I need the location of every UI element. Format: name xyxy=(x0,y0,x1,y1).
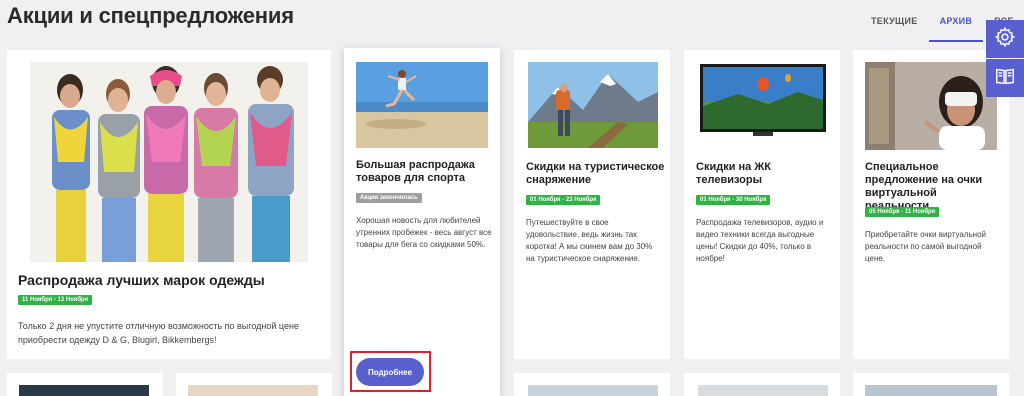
promo-card-sport[interactable]: Большая распродажа товаров для спорта Ак… xyxy=(344,48,500,396)
card-image-partial xyxy=(865,385,997,396)
card-description: Распродажа телевизоров, аудио и видео те… xyxy=(696,218,824,263)
promo-card-partial[interactable] xyxy=(684,373,840,396)
card-image-partial xyxy=(188,385,318,396)
date-badge: 05 Ноября - 11 Ноября xyxy=(865,207,940,217)
card-description: Только 2 дня не упустите отличную возмож… xyxy=(18,321,299,345)
date-badge: 01 Ноября - 23 Ноября xyxy=(526,195,601,205)
promo-card-partial[interactable] xyxy=(853,373,1009,396)
card-title[interactable]: Скидки на ЖК телевизоры xyxy=(696,161,806,187)
promo-card-partial[interactable] xyxy=(7,373,163,396)
tab-archive[interactable]: АРХИВ xyxy=(928,14,984,42)
card-title[interactable]: Распродажа лучших марок одежды xyxy=(18,272,318,289)
runner-image xyxy=(356,62,488,148)
hiker-image xyxy=(528,62,658,148)
promo-card-clothing[interactable]: Распродажа лучших марок одежды 11 Ноября… xyxy=(7,50,331,359)
card-title[interactable]: Специальное предложение на очки виртуаль… xyxy=(865,161,1000,213)
date-badge: 11 Ноября - 13 Ноября xyxy=(18,295,93,305)
tv-image xyxy=(698,64,828,140)
card-description: Хорошая новость для любителей утренних п… xyxy=(356,216,492,249)
book-icon xyxy=(994,65,1016,92)
card-image-partial xyxy=(19,385,149,396)
gear-icon xyxy=(994,26,1016,53)
card-description: Путешествуйте в свое удовольствие, ведь … xyxy=(526,218,653,263)
promo-card-tourism[interactable]: Скидки на туристическое снаряжение 01 Но… xyxy=(514,50,670,359)
more-button[interactable]: Подробнее xyxy=(356,358,424,386)
card-description: Приобретайте очки виртуальной реальности… xyxy=(865,230,986,263)
settings-button[interactable] xyxy=(986,20,1024,58)
card-title[interactable]: Скидки на туристическое снаряжение xyxy=(526,161,666,187)
card-image-partial xyxy=(528,385,658,396)
card-image-partial xyxy=(698,385,828,396)
tab-current[interactable]: ТЕКУЩИЕ xyxy=(860,14,929,42)
date-badge: 01 Ноября - 30 Ноября xyxy=(696,195,771,205)
clothing-image xyxy=(30,62,308,262)
card-title[interactable]: Большая распродажа товаров для спорта xyxy=(356,159,491,185)
vr-image xyxy=(865,62,997,150)
status-badge: Акция закончилась xyxy=(356,193,422,203)
promo-card-partial[interactable] xyxy=(514,373,670,396)
promo-card-tv[interactable]: Скидки на ЖК телевизоры 01 Ноября - 30 Н… xyxy=(684,50,840,359)
catalog-button[interactable] xyxy=(986,59,1024,97)
promo-card-partial[interactable] xyxy=(176,373,332,396)
page-title: Акции и спецпредложения xyxy=(7,3,294,28)
